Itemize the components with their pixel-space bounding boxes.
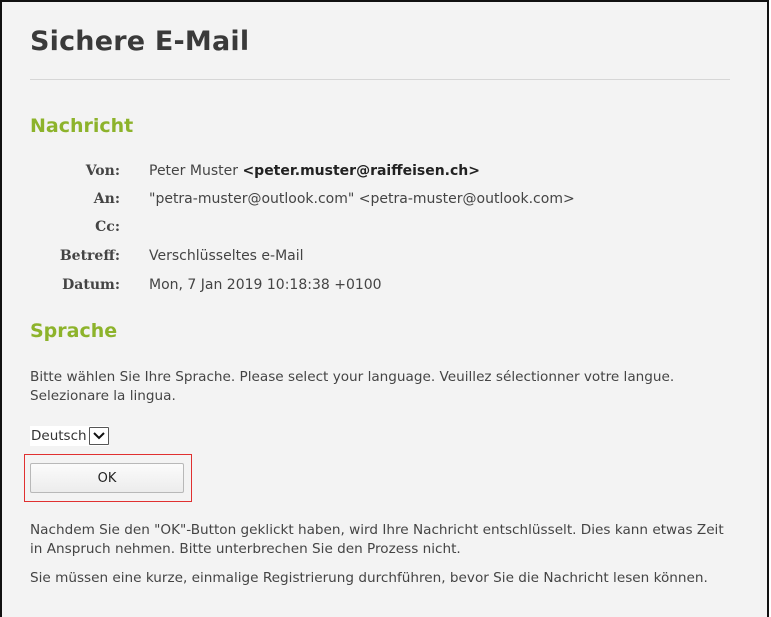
from-email: <peter.muster@raiffeisen.ch> xyxy=(242,163,480,179)
cc-label: Cc: xyxy=(95,219,120,235)
page-title: Sichere E-Mail xyxy=(30,26,250,57)
language-instructions: Bitte wählen Sie Ihre Sprache. Please se… xyxy=(30,369,675,404)
from-label: Von: xyxy=(85,163,120,179)
to-label: An: xyxy=(93,191,120,207)
from-name: Peter Muster xyxy=(149,163,238,179)
title-divider xyxy=(30,79,730,80)
secure-mail-panel: Sichere E-Mail Nachricht Von: Peter Must… xyxy=(0,0,769,617)
date-label: Datum: xyxy=(62,277,120,293)
date-value: Mon, 7 Jan 2019 10:18:38 +0100 xyxy=(149,277,382,293)
subject-label: Betreff: xyxy=(59,248,120,264)
registration-info: Sie müssen eine kurze, einmalige Registr… xyxy=(30,570,708,586)
chevron-down-icon[interactable] xyxy=(88,427,109,445)
language-heading: Sprache xyxy=(30,320,118,342)
message-heading: Nachricht xyxy=(30,115,134,137)
subject-value: Verschlüsseltes e-Mail xyxy=(149,248,304,264)
language-select[interactable]: Deutsch xyxy=(30,426,109,446)
language-select-value: Deutsch xyxy=(31,428,87,444)
decrypt-info: Nachdem Sie den "OK"-Button geklickt hab… xyxy=(30,522,724,557)
ok-button[interactable]: OK xyxy=(30,463,184,493)
from-value: Peter Muster <peter.muster@raiffeisen.ch… xyxy=(149,163,480,179)
to-value: "petra-muster@outlook.com" <petra-muster… xyxy=(149,191,575,207)
